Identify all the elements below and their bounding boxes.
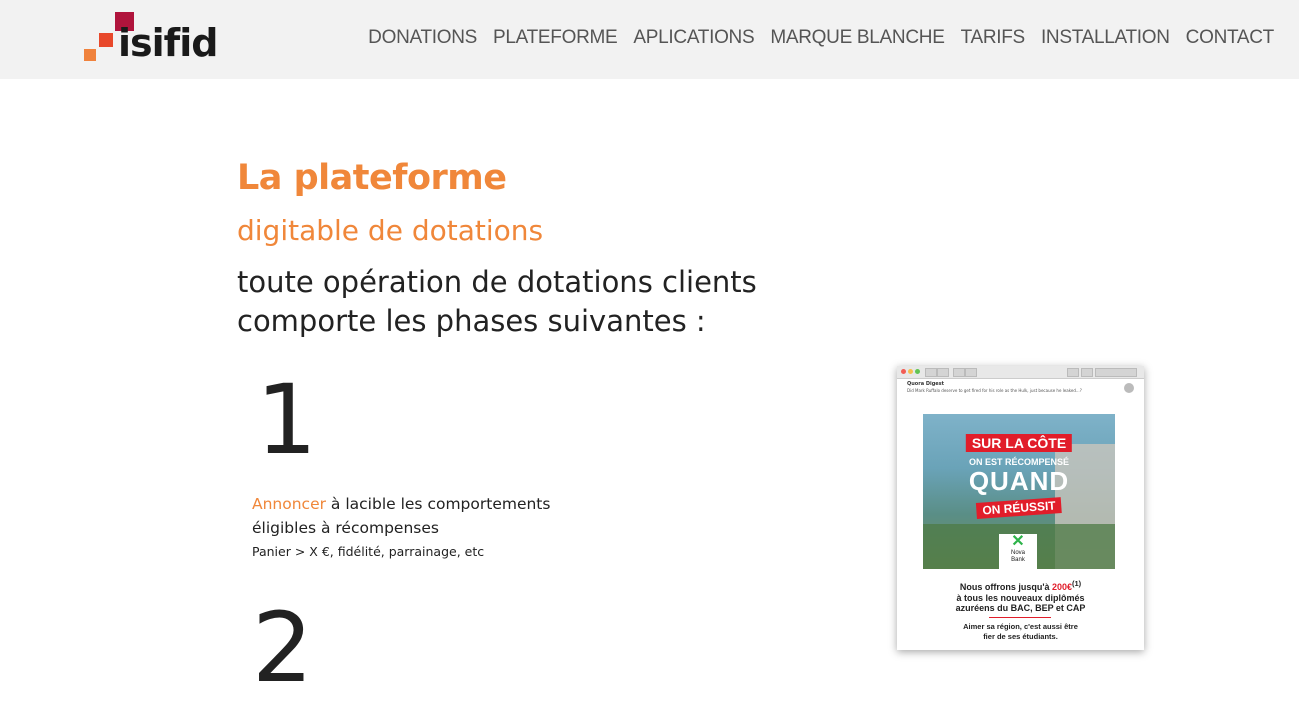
toolbar-button-icon: [965, 368, 977, 377]
window-close-icon: [901, 369, 906, 374]
email-meta: Quora Digest Did Mark Ruffalo deserve to…: [907, 381, 1135, 393]
page-subtitle: digitable de dotations: [237, 214, 544, 247]
step-1-accent: Annoncer: [252, 495, 326, 513]
slogan-text: Aimer sa région, c'est aussi être fier d…: [897, 622, 1144, 642]
intro-line-2: comporte les phases suivantes :: [237, 304, 706, 338]
intro-line-1: toute opération de dotations clients: [237, 265, 757, 299]
toolbar-button-icon: [937, 368, 949, 377]
offer-divider: [989, 617, 1051, 618]
sender-avatar: [1124, 383, 1134, 393]
promo-banner: SUR LA CÔTE ON EST RÉCOMPENSÉ QUAND ON R…: [923, 414, 1115, 569]
step-1-text-line2: éligibles à récompenses: [252, 519, 439, 537]
toolbar-move-button-icon: [1095, 368, 1137, 377]
banner-line-3: QUAND: [968, 466, 1070, 496]
email-sender: Quora Digest: [907, 381, 945, 387]
slogan-line-1: Aimer sa région, c'est aussi être: [963, 622, 1078, 631]
toolbar-button-icon: [953, 368, 965, 377]
step-1-text: Annoncer à lacible les comportements éli…: [252, 492, 552, 540]
nova-bank-logo: ✕ Nova Bank: [999, 534, 1037, 569]
step-1-text-rest: à lacible les comportements: [326, 495, 551, 513]
logo-text: isifid: [118, 21, 218, 65]
toolbar-button-icon: [925, 368, 937, 377]
slogan-line-2: fier de ses étudiants.: [983, 632, 1058, 641]
logo-square-orange: [84, 49, 96, 61]
bank-line-1: Nova: [1010, 550, 1025, 556]
email-preview: Quora Digest Did Mark Ruffalo deserve to…: [897, 366, 1144, 650]
toolbar-button-icon: [1067, 368, 1079, 377]
nav-contact[interactable]: CONTACT: [1186, 27, 1275, 49]
offer-text: Nous offrons jusqu'à 200€(1) à tous les …: [897, 579, 1144, 614]
site-header: isifid DONATIONS PLATEFORME APLICATIONS …: [0, 0, 1299, 79]
nav-aplications[interactable]: APLICATIONS: [633, 27, 754, 49]
nav-tarifs[interactable]: TARIFS: [961, 27, 1026, 49]
main-nav: DONATIONS PLATEFORME APLICATIONS MARQUE …: [368, 27, 1274, 49]
toolbar-button-icon: [1081, 368, 1093, 377]
offer-amount: 200€: [1051, 582, 1072, 592]
window-minimize-icon: [908, 369, 913, 374]
isifid-logo[interactable]: isifid: [84, 12, 229, 67]
nova-x-icon: ✕: [1011, 533, 1025, 550]
banner-line-1: SUR LA CÔTE: [965, 434, 1073, 452]
window-maximize-icon: [915, 369, 920, 374]
email-toolbar: [897, 366, 1144, 379]
step-2-number: 2: [252, 592, 314, 704]
intro-text: toute opération de dotations clients com…: [237, 263, 837, 341]
step-1-number: 1: [256, 364, 318, 476]
offer-prefix: Nous offrons jusqu'à: [959, 582, 1052, 592]
logo-square-orange-red: [99, 33, 113, 47]
nav-plateforme[interactable]: PLATEFORME: [493, 27, 618, 49]
offer-footnote: (1): [1072, 579, 1082, 588]
offer-line-2: à tous les nouveaux diplômés: [956, 592, 1085, 603]
bank-line-2: Bank: [1011, 557, 1025, 563]
offer-line-3: azuréens du BAC, BEP et CAP: [955, 603, 1086, 613]
page-title: La plateforme: [237, 158, 507, 198]
banner-line-4: ON RÉUSSIT: [975, 497, 1063, 519]
nav-installation[interactable]: INSTALLATION: [1041, 27, 1170, 49]
step-1-example: Panier > X €, fidélité, parrainage, etc: [252, 544, 485, 559]
nav-donations[interactable]: DONATIONS: [368, 27, 477, 49]
nav-marque-blanche[interactable]: MARQUE BLANCHE: [770, 27, 945, 49]
email-subject: Did Mark Ruffalo deserve to get fired fo…: [907, 388, 1082, 393]
